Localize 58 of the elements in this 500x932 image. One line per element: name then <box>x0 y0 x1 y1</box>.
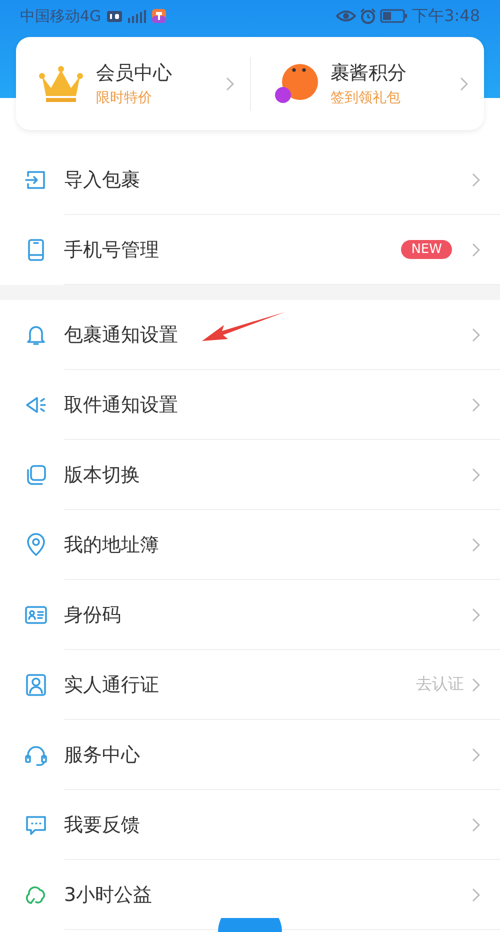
id-card-icon <box>24 603 48 627</box>
card-subtitle: 限时特价 <box>96 89 153 107</box>
card-title[interactable]: 会员中心 <box>96 60 172 86</box>
chevron-icon <box>472 172 480 186</box>
hd-icon <box>107 10 122 22</box>
menu-item[interactable]: 服务中心 <box>0 720 500 790</box>
battery-icon <box>380 9 408 23</box>
menu-label: 导入包裹 <box>64 168 140 192</box>
mascot-icon <box>272 62 318 106</box>
person-icon <box>24 673 48 697</box>
alarm-icon <box>360 8 376 24</box>
menu-label: 我要反馈 <box>64 812 140 838</box>
menu-item[interactable]: 导入包裹 <box>0 145 500 215</box>
chevron-icon <box>472 678 480 692</box>
menu-label: 我的地址簿 <box>64 532 159 558</box>
menu-label: 包裹通知设置 <box>64 322 178 348</box>
chevron-icon <box>472 468 480 482</box>
chevron-icon <box>472 888 480 902</box>
location-pin-icon <box>24 533 48 557</box>
menu-label: 3小时公益 <box>64 882 152 908</box>
tab-bar-button[interactable] <box>218 918 282 932</box>
status-hint: 去认证 <box>416 674 464 695</box>
chevron-icon <box>472 328 480 342</box>
signal-icon <box>126 9 148 23</box>
menu-label: 手机号管理 <box>64 238 159 262</box>
new-badge: NEW <box>401 240 452 259</box>
menu-item[interactable]: 版本切换 <box>0 440 500 510</box>
headset-icon <box>24 743 48 767</box>
chevron-icon <box>472 538 480 552</box>
chevron-icon <box>472 398 480 412</box>
menu-item[interactable]: 包裹通知设置 <box>0 300 500 370</box>
app-icon <box>152 9 166 23</box>
chevron-icon <box>472 608 480 622</box>
menu-item[interactable]: 我要反馈 <box>0 790 500 860</box>
chat-icon <box>24 813 48 837</box>
menu-item[interactable]: 实人通行证 去认证 <box>0 650 500 720</box>
carrier-name: 中国移动4G <box>20 6 102 26</box>
clock-time: 下午3:48 <box>412 6 480 26</box>
card-title[interactable]: 裹酱积分 <box>330 60 406 86</box>
menu-label: 服务中心 <box>64 742 140 768</box>
import-icon <box>24 168 48 192</box>
menu-label: 版本切换 <box>64 462 140 488</box>
chevron-icon <box>226 76 234 90</box>
chevron-icon <box>472 242 480 256</box>
bell-icon <box>24 323 48 347</box>
card-subtitle: 签到领礼包 <box>330 89 402 107</box>
eye-icon <box>336 9 356 23</box>
crown-icon <box>38 64 84 104</box>
menu-label: 取件通知设置 <box>64 392 178 418</box>
chevron-icon <box>472 818 480 832</box>
copy-icon <box>24 463 48 487</box>
menu-label: 实人通行证 <box>64 672 159 698</box>
menu-label: 身份码 <box>64 602 121 628</box>
menu-item[interactable]: 我的地址簿 <box>0 510 500 580</box>
menu-item[interactable]: 取件通知设置 <box>0 370 500 440</box>
chevron-icon <box>460 76 468 90</box>
chevron-icon <box>472 748 480 762</box>
menu-item[interactable]: 身份码 <box>0 580 500 650</box>
